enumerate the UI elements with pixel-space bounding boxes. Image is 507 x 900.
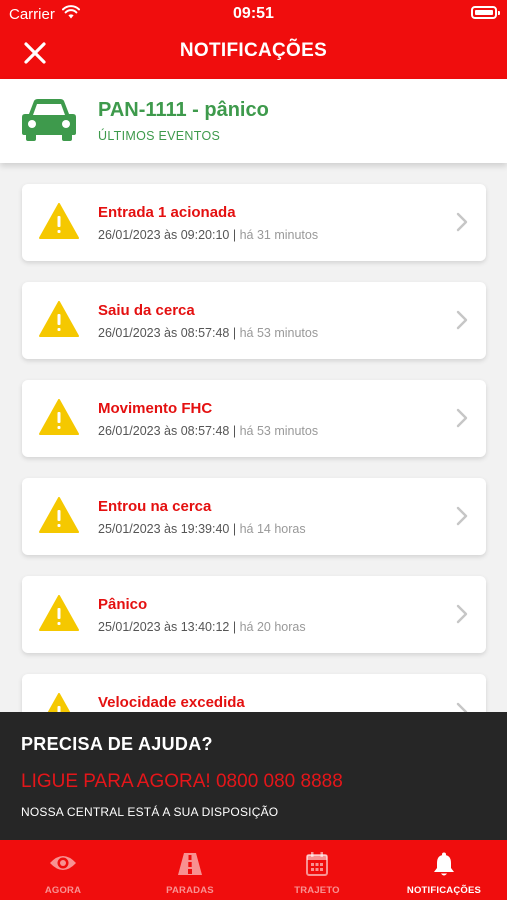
event-title: Velocidade excedida xyxy=(98,694,245,711)
event-ago: há 53 minutos xyxy=(239,326,319,340)
event-datetime: 25/01/2023 às 19:39:40 xyxy=(98,522,230,536)
bell-icon xyxy=(434,852,454,876)
page-title: NOTIFICAÇÕES xyxy=(179,40,328,61)
event-separator: | xyxy=(229,522,240,536)
warning-icon xyxy=(47,693,71,712)
tab-label: NOTIFICAÇÕES xyxy=(406,885,482,896)
event-separator: | xyxy=(229,620,240,634)
tab-paradas[interactable]: PARADAS xyxy=(127,840,253,900)
warning-icon xyxy=(39,301,79,337)
event-ago: há 14 horas xyxy=(239,522,306,536)
car-icon xyxy=(22,99,76,141)
chevron-right-icon xyxy=(456,702,468,712)
event-item[interactable]: Entrou na cerca 25/01/2023 às 19:39:40 |… xyxy=(22,478,486,555)
event-item[interactable]: Movimento FHC 26/01/2023 às 08:57:48 | h… xyxy=(22,380,486,457)
event-item[interactable]: Velocidade excedida xyxy=(22,674,486,712)
warning-icon xyxy=(39,203,79,239)
chevron-right-icon xyxy=(456,212,468,232)
event-ago: há 53 minutos xyxy=(239,424,319,438)
event-title: Movimento FHC xyxy=(98,400,213,417)
event-title: Saiu da cerca xyxy=(98,302,195,319)
event-title: Entrada 1 acionada xyxy=(98,204,236,221)
status-bar: Carrier 09:51 xyxy=(0,0,507,28)
event-datetime: 25/01/2023 às 13:40:12 xyxy=(98,620,230,634)
eye-icon xyxy=(50,856,76,870)
warning-icon xyxy=(39,399,79,435)
event-item[interactable]: Saiu da cerca 26/01/2023 às 08:57:48 | h… xyxy=(22,282,486,359)
tab-trajeto[interactable]: TRAJETO xyxy=(254,840,380,900)
vehicle-plate: PAN-1111 - pânico xyxy=(98,99,269,121)
event-separator: | xyxy=(229,424,240,438)
events-list[interactable]: Entrada 1 acionada 26/01/2023 às 09:20:1… xyxy=(0,163,507,712)
event-meta: 25/01/2023 às 19:39:40 | há 14 horas xyxy=(98,522,306,536)
tab-label: AGORA xyxy=(44,885,82,896)
vehicle-subtitle: ÚLTIMOS EVENTOS xyxy=(98,129,221,143)
event-separator: | xyxy=(229,326,240,340)
event-title: Pânico xyxy=(98,596,148,613)
warning-icon xyxy=(39,595,79,631)
event-item[interactable]: Pânico 25/01/2023 às 13:40:12 | há 20 ho… xyxy=(22,576,486,653)
warning-icon xyxy=(39,497,79,533)
clock: 09:51 xyxy=(233,5,274,22)
battery-icon xyxy=(471,6,500,19)
event-title: Entrou na cerca xyxy=(98,498,212,515)
help-panel: PRECISA DE AJUDA? LIGUE PARA AGORA! 0800… xyxy=(0,712,507,840)
event-meta: 26/01/2023 às 08:57:48 | há 53 minutos xyxy=(98,326,318,340)
chevron-right-icon xyxy=(456,310,468,330)
road-icon xyxy=(178,853,202,875)
tab-label: PARADAS xyxy=(166,885,214,896)
tab-bar: AGORA PARADAS TRAJETO NOTIFICAÇÕES xyxy=(0,840,507,900)
event-datetime: 26/01/2023 às 08:57:48 xyxy=(98,326,230,340)
event-ago: há 31 minutos xyxy=(239,228,319,242)
top-bar: Carrier 09:51 NOTIFICAÇÕES xyxy=(0,0,507,79)
calendar-icon xyxy=(306,852,328,876)
chevron-right-icon xyxy=(456,506,468,526)
event-separator: | xyxy=(229,228,240,242)
chevron-right-icon xyxy=(456,408,468,428)
help-title: PRECISA DE AJUDA? xyxy=(21,734,213,754)
event-ago: há 20 horas xyxy=(239,620,306,634)
tab-label: TRAJETO xyxy=(294,885,340,896)
call-link[interactable]: LIGUE PARA AGORA! 0800 080 8888 xyxy=(21,771,343,793)
vehicle-card: PAN-1111 - pânico ÚLTIMOS EVENTOS xyxy=(0,79,507,163)
help-note: NOSSA CENTRAL ESTÁ A SUA DISPOSIÇÃO xyxy=(21,805,279,819)
event-meta: 26/01/2023 às 08:57:48 | há 53 minutos xyxy=(98,424,318,438)
chevron-right-icon xyxy=(456,604,468,624)
event-datetime: 26/01/2023 às 09:20:10 xyxy=(98,228,230,242)
event-datetime: 26/01/2023 às 08:57:48 xyxy=(98,424,230,438)
event-item[interactable]: Entrada 1 acionada 26/01/2023 às 09:20:1… xyxy=(22,184,486,261)
event-meta: 26/01/2023 às 09:20:10 | há 31 minutos xyxy=(98,228,318,242)
tab-notificacoes[interactable]: NOTIFICAÇÕES xyxy=(381,840,507,900)
event-meta: 25/01/2023 às 13:40:12 | há 20 horas xyxy=(98,620,306,634)
tab-agora[interactable]: AGORA xyxy=(0,840,126,900)
